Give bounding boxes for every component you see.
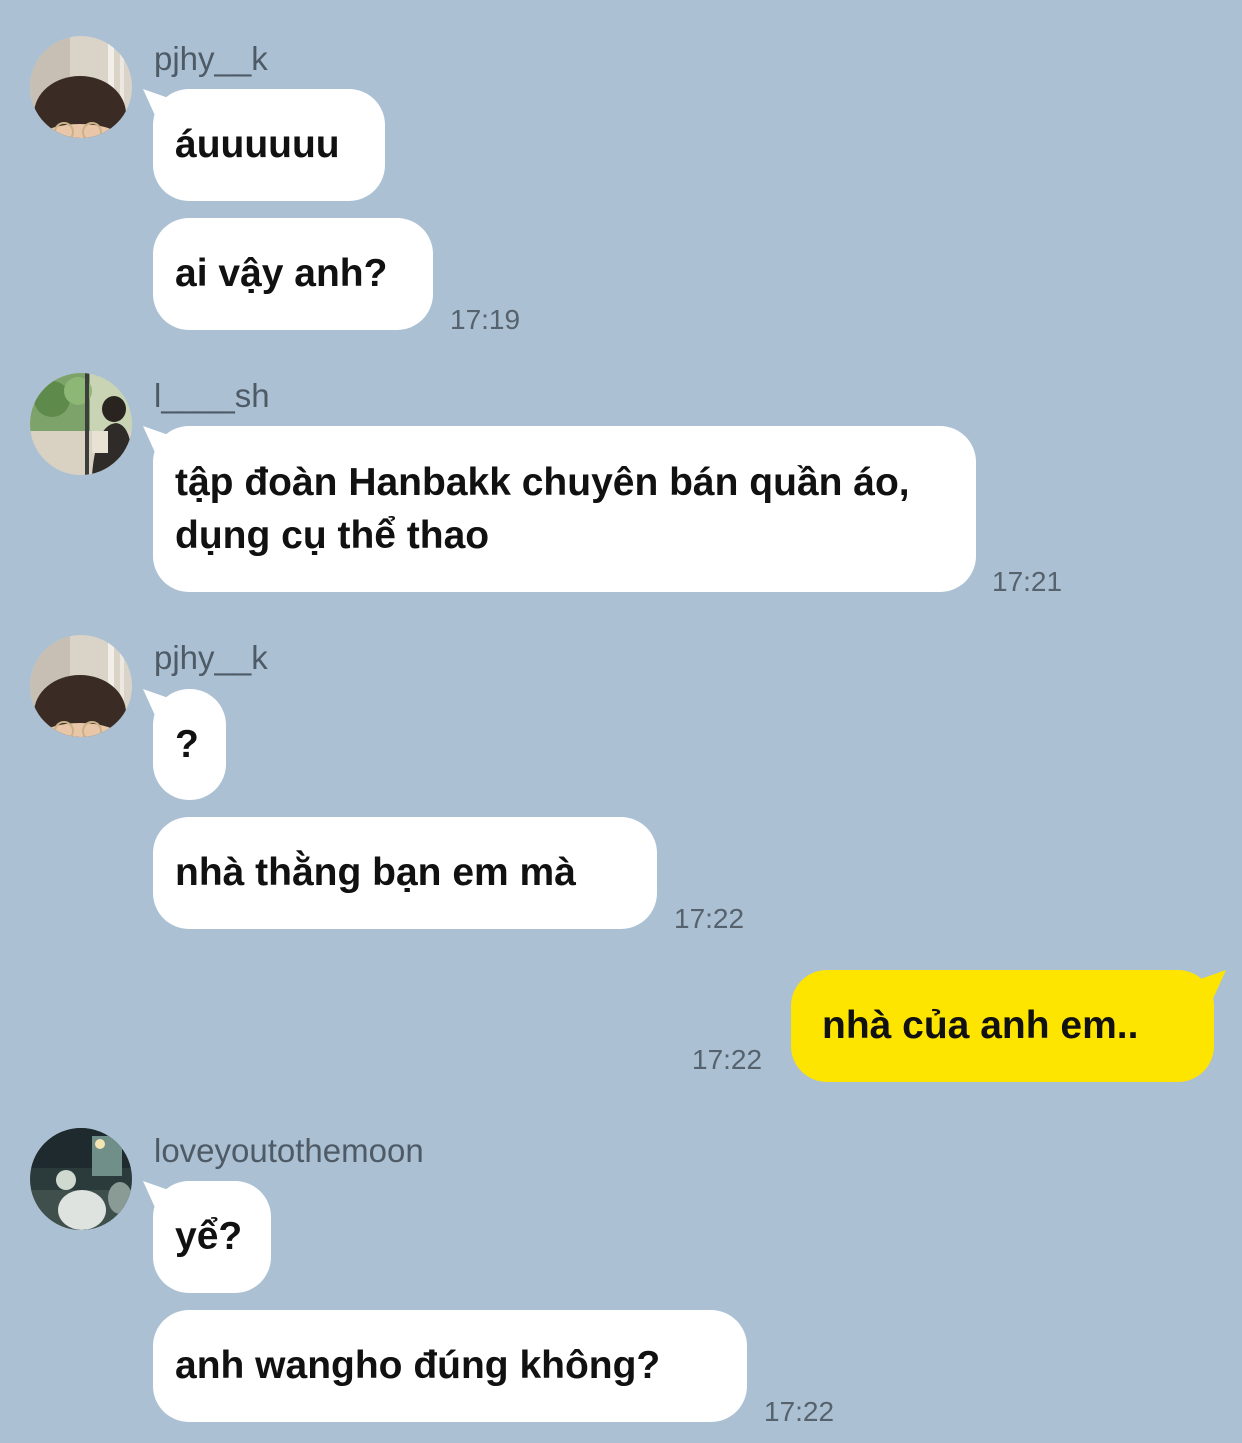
message-text: nhà của anh em..: [822, 1004, 1139, 1047]
message-bubble[interactable]: ai vậy anh?: [153, 218, 433, 330]
message-text: ai vậy anh?: [175, 252, 388, 295]
message-text: yể?: [175, 1215, 243, 1258]
message-bubble[interactable]: ?: [153, 689, 226, 800]
message-text: anh wangho đúng không?: [175, 1344, 661, 1387]
sender-name[interactable]: l____sh: [154, 376, 270, 416]
message-timestamp: 17:22: [692, 1044, 763, 1075]
message-text: áuuuuuu: [175, 123, 340, 166]
avatar-loveyoutothemoon[interactable]: [30, 1128, 132, 1230]
message-text: ?: [175, 722, 199, 766]
message-timestamp: 17:21: [992, 566, 1063, 597]
message-timestamp: 17:19: [450, 304, 521, 335]
my-message-bubble[interactable]: nhà của anh em..: [791, 970, 1214, 1082]
message-bubble[interactable]: yể?: [153, 1181, 271, 1293]
message-text: tập đoàn Hanbakk chuyên bán quần áo, dụn…: [175, 461, 910, 557]
message-timestamp: 17:22: [764, 1396, 835, 1427]
profile-photo-window-reading-icon: [30, 373, 132, 475]
message-timestamp: 17:22: [674, 903, 745, 934]
message-bubble[interactable]: nhà thằng bạn em mà: [153, 817, 657, 929]
avatar-l-sh[interactable]: [30, 373, 132, 475]
sender-name[interactable]: loveyoutothemoon: [154, 1131, 424, 1171]
profile-photo-glasses-boy-icon: [30, 36, 132, 138]
avatar-pjhy-k[interactable]: [30, 635, 132, 737]
sender-name[interactable]: pjhy__k: [154, 39, 268, 79]
avatar-pjhy-k[interactable]: [30, 36, 132, 138]
message-text: nhà thằng bạn em mà: [175, 851, 576, 894]
message-bubble[interactable]: anh wangho đúng không?: [153, 1310, 747, 1422]
message-bubble[interactable]: áuuuuuu: [153, 89, 385, 201]
sender-name[interactable]: pjhy__k: [154, 638, 268, 678]
message-bubble[interactable]: tập đoàn Hanbakk chuyên bán quần áo, dụn…: [153, 426, 976, 592]
profile-photo-night-street-icon: [30, 1128, 132, 1230]
profile-photo-glasses-boy-icon: [30, 635, 132, 737]
